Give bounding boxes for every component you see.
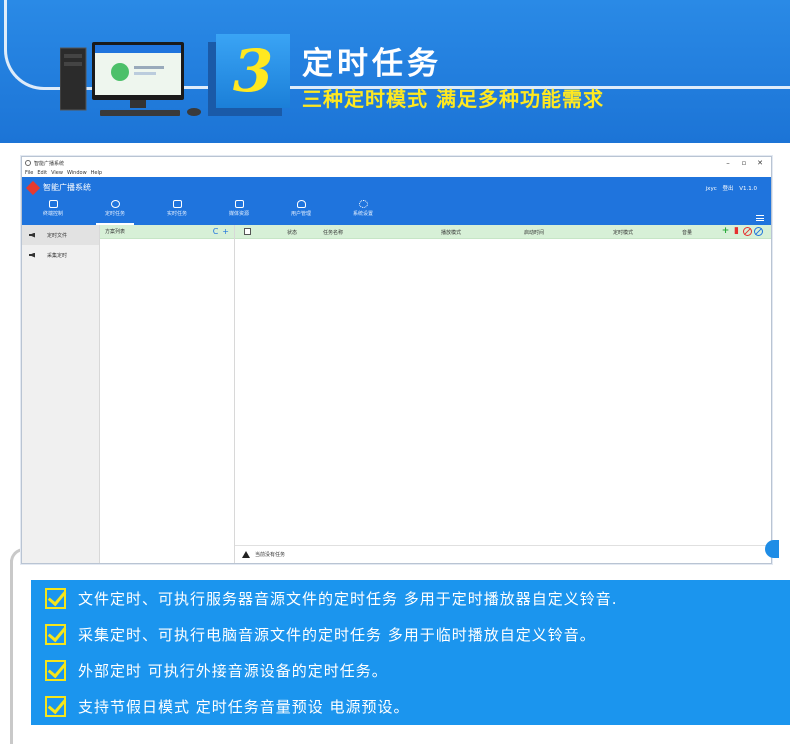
column-play-mode: 播放模式 xyxy=(441,230,462,236)
checkbox-checked-icon xyxy=(45,587,66,609)
version-label: V1.1.0 xyxy=(739,186,757,192)
feature-text: 采集定时、可执行电脑音源文件的定时任务 多用于临时播放自定义铃音。 xyxy=(78,625,596,644)
status-message: 当前没有任务 xyxy=(255,552,286,558)
tab-label: 定时任务 xyxy=(104,211,125,217)
feature-item: 采集定时、可执行电脑音源文件的定时任务 多用于临时播放自定义铃音。 xyxy=(45,622,596,646)
tab-media-resources[interactable]: 媒体资源 xyxy=(208,197,270,225)
plan-list-header: 方案列表 C + xyxy=(100,225,234,239)
tab-label: 终端控制 xyxy=(42,211,63,217)
plan-list-panel: 方案列表 C + xyxy=(100,225,235,563)
menu-edit[interactable]: Edit xyxy=(37,170,47,176)
gear-icon xyxy=(358,200,368,208)
sidebar-item-label: 采集定时 xyxy=(47,252,68,259)
checkbox-checked-icon xyxy=(45,659,66,681)
banner-subtitle: 三种定时模式 满足多种功能需求 xyxy=(302,87,604,111)
add-task-icon[interactable]: + xyxy=(721,227,730,236)
window-titlebar: 智能广播系统 – ▫ ✕ xyxy=(22,157,771,169)
app-icon xyxy=(25,160,31,166)
computer-illustration-icon xyxy=(60,42,201,116)
username: jxyc xyxy=(705,186,717,192)
app-window: 智能广播系统 – ▫ ✕ File Edit View Window Help … xyxy=(21,156,772,564)
task-table-header: 状态 任务名称 播放模式 启动时间 定时模式 音量 + ▮ xyxy=(235,225,771,239)
task-table: 状态 任务名称 播放模式 启动时间 定时模式 音量 + ▮ 当前没有任务 xyxy=(235,225,771,563)
checkbox-checked-icon xyxy=(45,695,66,717)
menu-view[interactable]: View xyxy=(51,170,63,176)
feature-list: 文件定时、可执行服务器音源文件的定时任务 多用于定时播放器自定义铃音. 采集定时… xyxy=(31,580,790,725)
floating-side-button[interactable] xyxy=(765,540,779,558)
checkbox-checked-icon xyxy=(45,623,66,645)
user-area: jxyc 登出 V1.1.0 xyxy=(702,184,757,192)
maximize-button[interactable]: ▫ xyxy=(736,159,752,167)
media-icon xyxy=(234,200,244,208)
step-number-badge: 3 xyxy=(216,34,290,108)
app-logo: 智能广播系统 xyxy=(25,180,91,195)
delete-task-icon[interactable]: ▮ xyxy=(732,227,741,236)
nav-tabs: 终端控制 定时任务 实时任务 媒体资源 用户管理 系统设置 xyxy=(22,197,394,225)
logo-text: 智能广播系统 xyxy=(43,183,91,192)
app-body: 定时文件 采集定时 方案列表 C + 状态 任务名称 播放模式 启动时间 定时模… xyxy=(22,225,771,563)
column-volume: 音量 xyxy=(682,230,693,236)
column-start-time: 启动时间 xyxy=(524,230,545,236)
menu-window[interactable]: Window xyxy=(67,170,87,176)
tab-realtime-tasks[interactable]: 实时任务 xyxy=(146,197,208,225)
plan-list-title: 方案列表 xyxy=(105,229,126,235)
minimize-button[interactable]: – xyxy=(720,159,736,167)
banner: 3 定时任务 三种定时模式 满足多种功能需求 xyxy=(0,0,790,143)
feature-text: 文件定时、可执行服务器音源文件的定时任务 多用于定时播放器自定义铃音. xyxy=(78,589,618,608)
banner-title: 定时任务 xyxy=(302,46,442,82)
tab-user-management[interactable]: 用户管理 xyxy=(270,197,332,225)
tab-scheduled-tasks[interactable]: 定时任务 xyxy=(84,197,146,225)
menu-bar: File Edit View Window Help xyxy=(22,169,771,177)
disable-task-icon[interactable] xyxy=(743,227,752,236)
warning-icon xyxy=(242,551,250,558)
close-button[interactable]: ✕ xyxy=(752,159,768,167)
tab-label: 系统设置 xyxy=(352,211,373,217)
select-all-checkbox[interactable] xyxy=(244,228,251,235)
menu-help[interactable]: Help xyxy=(91,170,102,176)
logo-icon xyxy=(25,180,41,195)
clock-icon xyxy=(110,200,120,208)
column-task-name: 任务名称 xyxy=(323,230,344,236)
tab-label: 用户管理 xyxy=(290,211,311,217)
refresh-icon[interactable]: C xyxy=(213,227,219,236)
sidebar-item-capture-timing[interactable]: 采集定时 xyxy=(22,245,99,265)
task-actions: + ▮ xyxy=(719,227,763,236)
terminal-icon xyxy=(48,200,58,208)
feature-item: 支持节假日模式 定时任务音量预设 电源预设。 xyxy=(45,694,410,718)
sidebar-item-label: 定时文件 xyxy=(47,232,68,239)
sidebar: 定时文件 采集定时 xyxy=(22,225,100,563)
app-header: 智能广播系统 jxyc 登出 V1.1.0 终端控制 定时任务 实时任务 媒体资… xyxy=(22,177,771,225)
tab-label: 实时任务 xyxy=(166,211,187,217)
stop-task-icon[interactable] xyxy=(754,227,763,236)
user-icon xyxy=(296,200,306,208)
logout-link[interactable]: 登出 xyxy=(722,186,733,192)
speaker-icon xyxy=(29,232,35,238)
column-status: 状态 xyxy=(287,230,298,236)
menu-file[interactable]: File xyxy=(25,170,33,176)
status-bar: 当前没有任务 xyxy=(235,545,771,563)
feature-item: 文件定时、可执行服务器音源文件的定时任务 多用于定时播放器自定义铃音. xyxy=(45,586,618,610)
window-title: 智能广播系统 xyxy=(34,160,65,167)
tab-terminal-control[interactable]: 终端控制 xyxy=(22,197,84,225)
feature-text: 支持节假日模式 定时任务音量预设 电源预设。 xyxy=(78,697,410,716)
tab-system-settings[interactable]: 系统设置 xyxy=(332,197,394,225)
feature-item: 外部定时 可执行外接音源设备的定时任务。 xyxy=(45,658,388,682)
hamburger-menu-icon[interactable] xyxy=(756,215,764,221)
music-icon xyxy=(172,200,182,208)
step-number: 3 xyxy=(232,37,274,105)
add-plan-icon[interactable]: + xyxy=(222,227,229,236)
feature-text: 外部定时 可执行外接音源设备的定时任务。 xyxy=(78,661,388,680)
tab-label: 媒体资源 xyxy=(228,211,249,217)
decorative-vertical-line xyxy=(10,560,13,744)
sidebar-item-timed-file[interactable]: 定时文件 xyxy=(22,225,99,245)
column-timing-mode: 定时模式 xyxy=(613,230,634,236)
speaker-icon xyxy=(29,252,35,258)
